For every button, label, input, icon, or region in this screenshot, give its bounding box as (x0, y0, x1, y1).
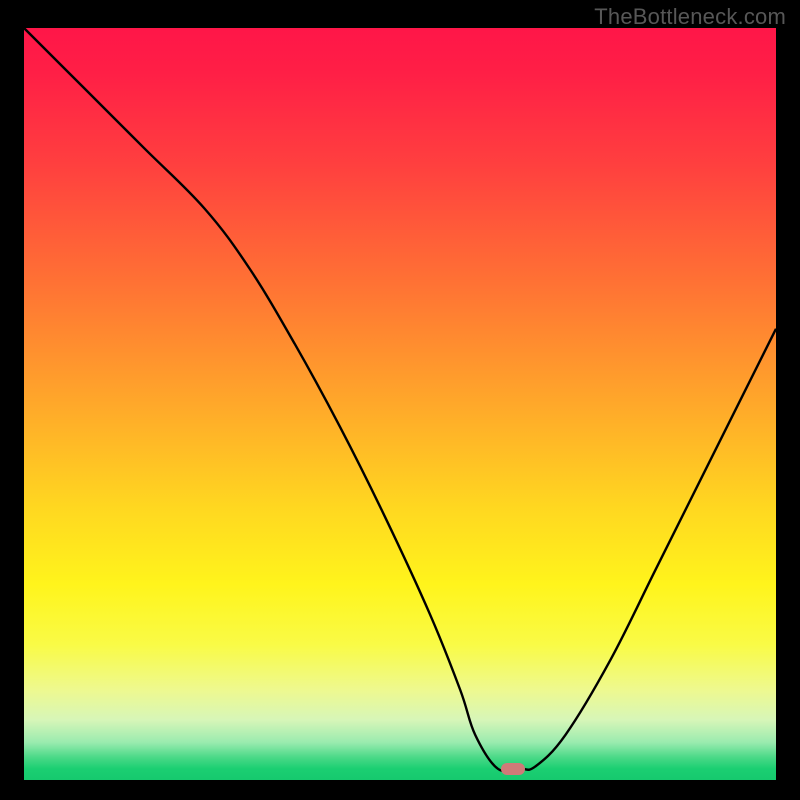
watermark-text: TheBottleneck.com (594, 4, 786, 30)
plot-area (24, 28, 776, 780)
bottleneck-curve (24, 28, 776, 780)
optimal-point-marker (501, 763, 525, 775)
chart-stage: TheBottleneck.com (0, 0, 800, 800)
curve-path (24, 28, 776, 772)
